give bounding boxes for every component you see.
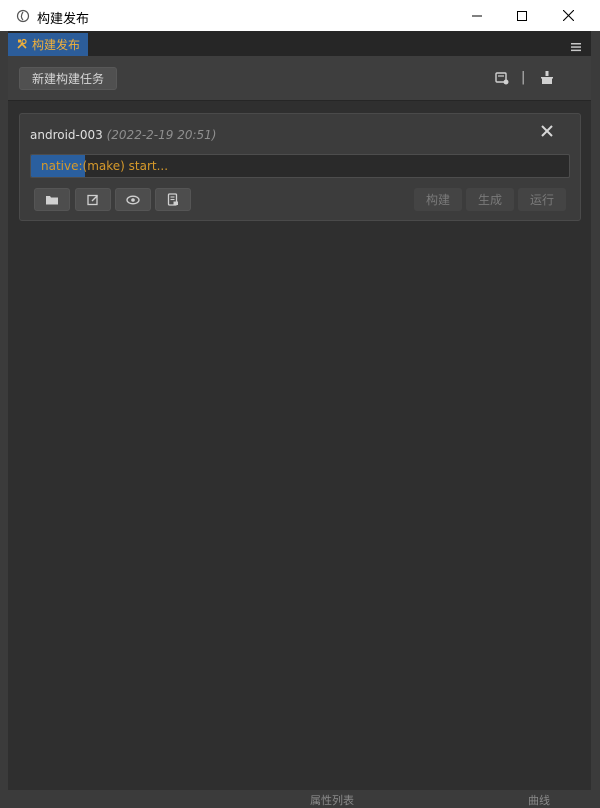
task-name: android-003 <box>30 128 103 142</box>
tab-label: 构建发布 <box>32 38 81 52</box>
run-button[interactable]: 运行 <box>518 188 566 211</box>
task-title: android-003 (2022-2-19 20:51) <box>30 128 216 142</box>
new-build-task-button[interactable]: 新建构建任务 <box>19 67 118 90</box>
close-icon <box>541 125 553 137</box>
window-frame-bottom <box>0 790 600 800</box>
tools-icon <box>16 35 28 54</box>
minimize-button[interactable] <box>454 0 500 31</box>
minimize-icon <box>472 15 482 16</box>
panel-tab-bar: 构建发布 <box>8 31 591 56</box>
maximize-icon <box>517 10 527 21</box>
background-panel-label-right: 曲线 <box>528 794 550 807</box>
build-window: 构建发布 构建发布 新建构建任务 | android-003 (2022-2-1… <box>0 0 600 807</box>
preview-button[interactable] <box>115 188 151 211</box>
toolbar: 新建构建任务 | <box>8 56 591 101</box>
edit-task-button[interactable] <box>75 188 111 211</box>
build-button[interactable]: 构建 <box>414 188 462 211</box>
brush-icon <box>541 71 553 84</box>
build-settings-button[interactable] <box>494 70 510 86</box>
folder-icon <box>46 195 58 204</box>
background-panel-label: 属性列表 <box>310 794 354 807</box>
window-frame-left <box>0 31 8 800</box>
build-progress-bar: native:(make) start... <box>30 154 570 178</box>
make-button[interactable]: 生成 <box>466 188 514 211</box>
tab-build-publish[interactable]: 构建发布 <box>8 33 88 56</box>
open-folder-button[interactable] <box>34 188 70 211</box>
build-task-card: android-003 (2022-2-19 20:51) native:(ma… <box>19 113 581 221</box>
log-file-icon <box>167 193 178 206</box>
remove-task-button[interactable] <box>539 123 555 139</box>
eye-icon <box>126 195 140 204</box>
cocos-icon <box>16 8 30 23</box>
title-bar: 构建发布 <box>0 0 600 31</box>
window-title: 构建发布 <box>37 12 90 27</box>
window-frame-right <box>591 31 600 800</box>
task-time: (2022-2-19 20:51) <box>106 128 217 142</box>
maximize-button[interactable] <box>499 0 545 31</box>
close-icon <box>562 10 574 21</box>
progress-status-text: native:(make) start... <box>41 159 169 173</box>
panel-menu-icon[interactable] <box>571 37 581 52</box>
close-window-button[interactable] <box>545 0 591 31</box>
log-button[interactable] <box>155 188 191 211</box>
clean-button[interactable] <box>539 70 555 86</box>
settings-edit-icon <box>495 72 509 85</box>
edit-icon <box>87 194 98 205</box>
toolbar-separator: | <box>521 70 526 85</box>
